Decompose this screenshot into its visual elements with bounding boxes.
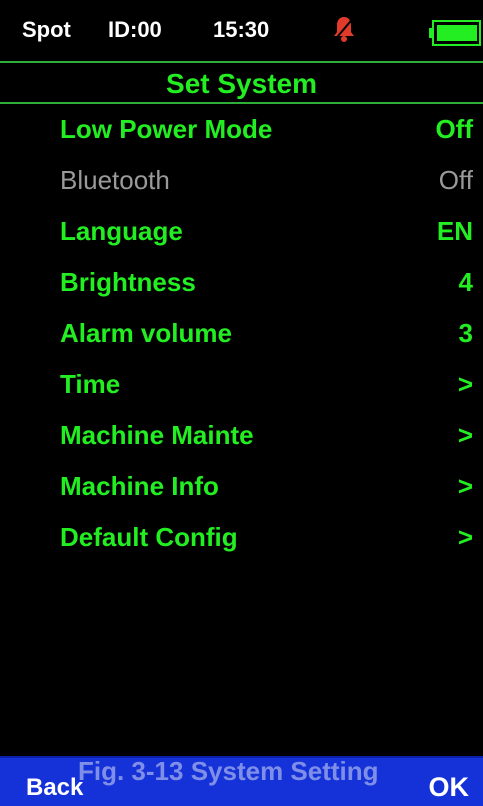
menu-item-alarm-volume[interactable]: Alarm volume 3 <box>0 308 483 359</box>
battery-full-icon <box>429 20 481 46</box>
menu-item-value: EN <box>436 216 473 246</box>
mode-label: Spot <box>22 17 71 42</box>
ok-button[interactable]: OK <box>429 772 470 803</box>
page-title: Set System <box>166 68 317 99</box>
menu-item-value: 3 <box>458 318 473 348</box>
chevron-right-icon: > <box>457 471 473 501</box>
menu-item-value: Off <box>435 114 473 144</box>
figure-caption: Fig. 3-13 System Setting <box>78 756 379 786</box>
menu-item-time[interactable]: Time > <box>0 359 483 410</box>
menu-item-label: Brightness <box>60 267 196 297</box>
menu-item-machine-mainte[interactable]: Machine Mainte > <box>0 410 483 461</box>
menu-item-machine-info[interactable]: Machine Info > <box>0 461 483 512</box>
menu-item-label: Bluetooth <box>60 165 170 195</box>
menu-item-label: Time <box>60 369 121 399</box>
menu-item-language[interactable]: Language EN <box>0 206 483 257</box>
chevron-right-icon: > <box>457 522 473 552</box>
back-button[interactable]: Back <box>26 774 83 802</box>
menu-item-label: Alarm volume <box>60 318 232 348</box>
device-id: ID:00 <box>108 17 162 42</box>
menu-item-low-power-mode[interactable]: Low Power Mode Off <box>0 104 483 155</box>
clock: 15:30 <box>213 17 270 42</box>
menu-item-label: Low Power Mode <box>60 114 273 144</box>
bottom-bar: Back Fig. 3-13 System Setting OK <box>0 756 483 806</box>
chevron-right-icon: > <box>457 369 473 399</box>
menu-item-label: Language <box>60 216 183 246</box>
menu-item-bluetooth[interactable]: Bluetooth Off <box>0 155 483 206</box>
menu-item-value: 4 <box>458 267 473 297</box>
chevron-right-icon: > <box>457 420 473 450</box>
menu-item-default-config[interactable]: Default Config > <box>0 512 483 563</box>
status-bar: Spot ID:00 15:30 <box>0 0 483 60</box>
menu-item-label: Default Config <box>60 522 238 552</box>
menu-item-value: Off <box>438 165 473 195</box>
menu-item-brightness[interactable]: Brightness 4 <box>0 257 483 308</box>
menu-item-label: Machine Mainte <box>60 420 254 450</box>
title-bar: Set System <box>0 61 483 104</box>
bell-muted-icon <box>332 15 356 43</box>
menu-item-label: Machine Info <box>60 471 219 501</box>
